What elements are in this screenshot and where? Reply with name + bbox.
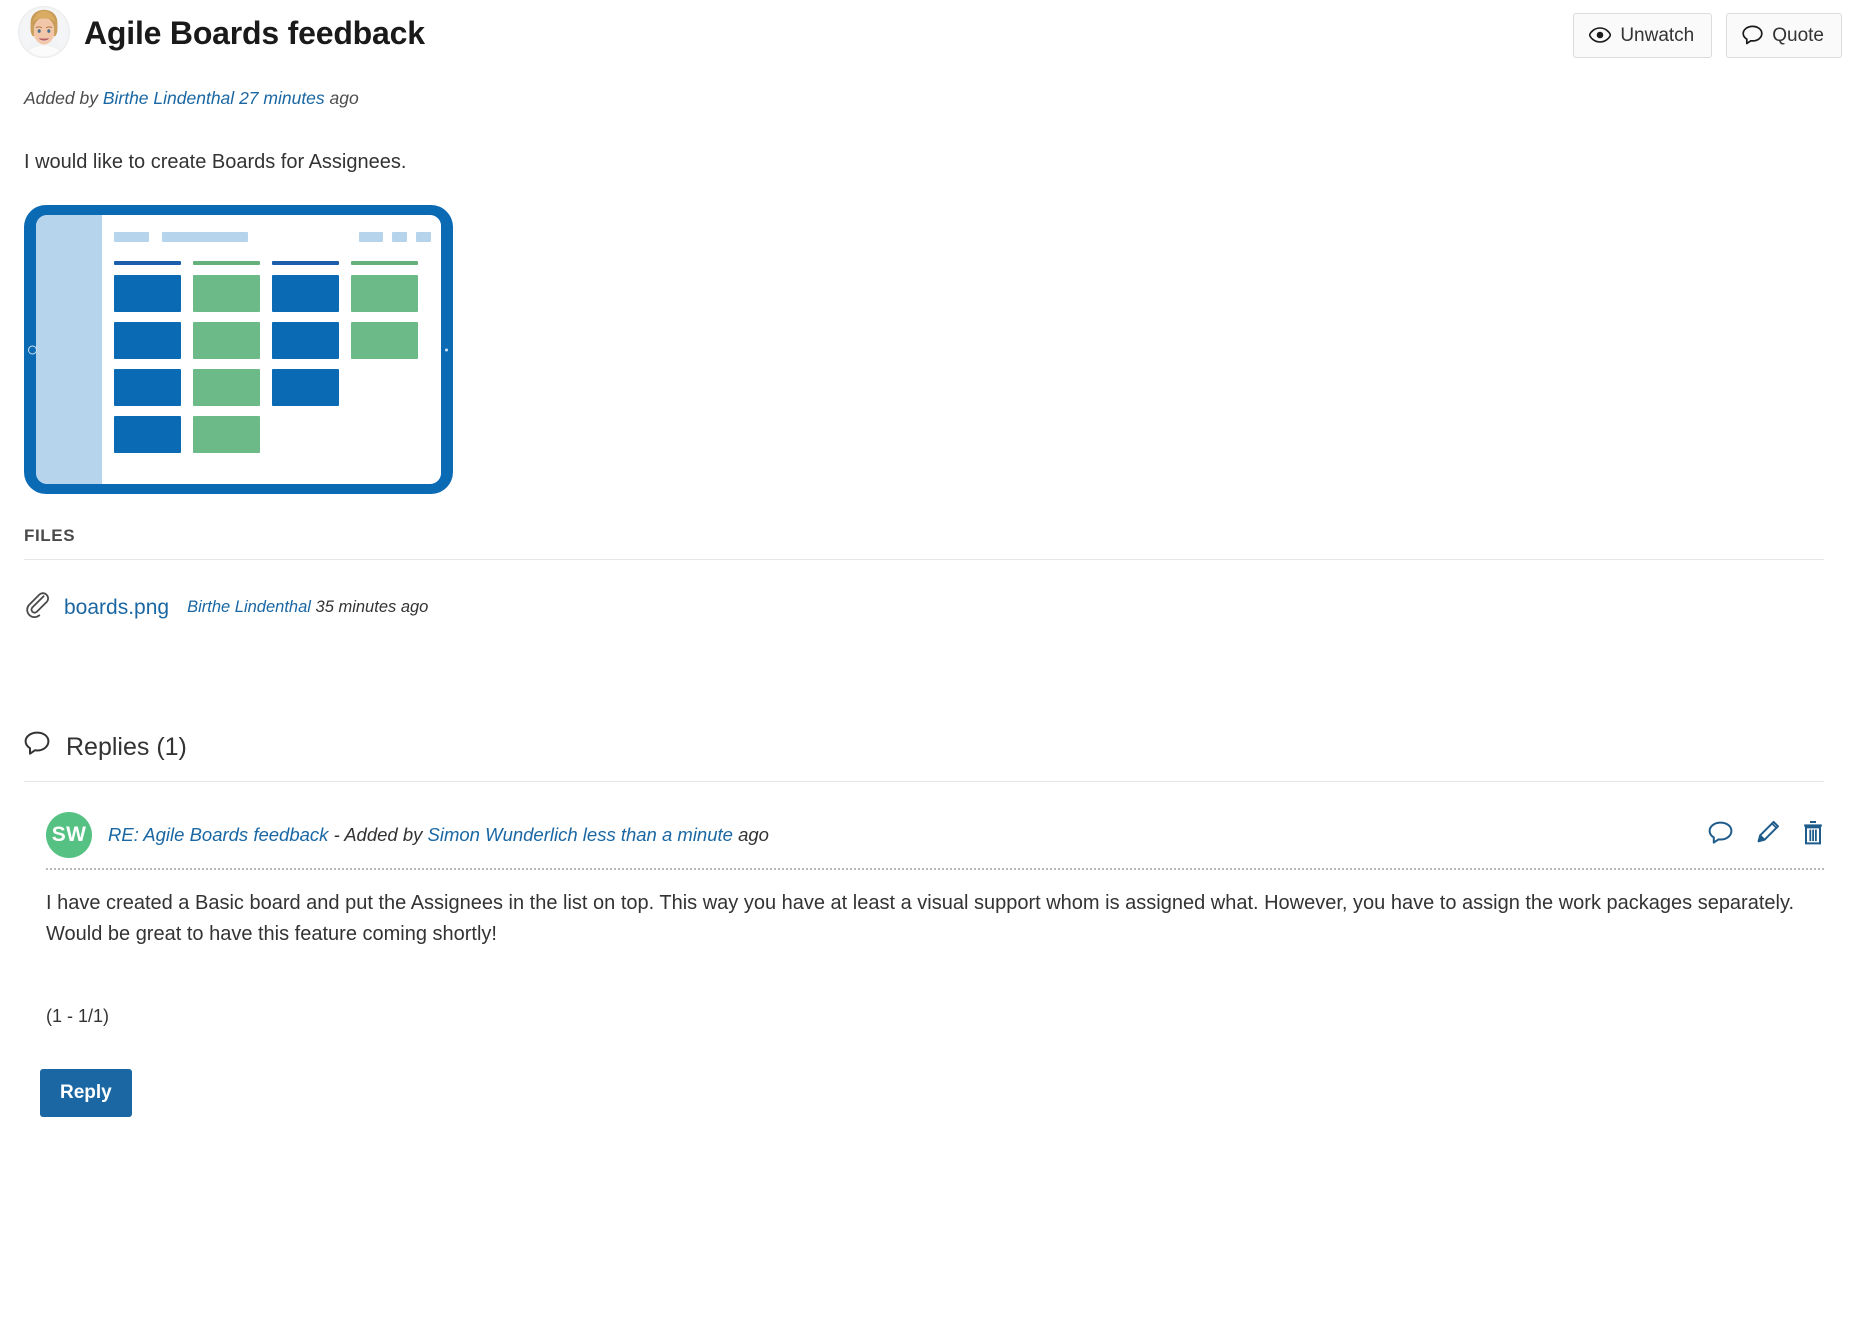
paperclip-icon (24, 592, 50, 623)
avatar (18, 6, 70, 58)
board-card (114, 369, 181, 406)
file-list-item: boards.png Birthe Lindenthal 35 minutes … (24, 592, 1842, 623)
speech-bubble-icon (1708, 821, 1733, 848)
replies-heading: Replies (1) (66, 732, 187, 761)
toolbar-chip (392, 232, 407, 242)
reply-subject-line: RE: Agile Boards feedback - Added by Sim… (108, 824, 769, 846)
pagination-info: (1 - 1/1) (46, 1006, 110, 1027)
page-title: Agile Boards feedback (84, 15, 425, 51)
board-card (272, 322, 339, 359)
trash-icon (1802, 821, 1824, 848)
tablet-home-button-icon (28, 345, 37, 354)
topic-meta: Added by Birthe Lindenthal 27 minutes ag… (24, 88, 1842, 109)
reply-edit-button[interactable] (1755, 820, 1780, 848)
board-toolbar (114, 232, 441, 242)
reply-button[interactable]: Reply (40, 1069, 132, 1118)
board-card (351, 275, 418, 312)
reply-header: SW RE: Agile Boards feedback - Added by … (46, 812, 1824, 870)
files-divider (24, 559, 1824, 560)
replies-divider (24, 781, 1824, 782)
board-card (193, 275, 260, 312)
board-columns (114, 261, 441, 463)
speech-bubble-icon (1742, 25, 1763, 45)
eye-icon (1589, 27, 1612, 43)
board-card (351, 322, 418, 359)
board-column (193, 261, 260, 463)
reply-subject-link[interactable]: RE: Agile Boards feedback (108, 824, 328, 845)
board-column (351, 261, 418, 463)
reply-body: I have created a Basic board and put the… (46, 888, 1824, 950)
topic-body: I would like to create Boards for Assign… (24, 151, 407, 173)
toolbar-chip (359, 232, 383, 242)
topic-header: Agile Boards feedback Unwatch Quote (18, 0, 1842, 60)
board-sidebar (36, 215, 102, 484)
replies-header: Replies (1) (24, 731, 1842, 763)
reply-time-suffix: ago (738, 824, 769, 845)
quote-button[interactable]: Quote (1726, 13, 1842, 58)
speech-bubble-icon (24, 731, 50, 763)
column-rule (193, 261, 260, 265)
file-meta: Birthe Lindenthal 35 minutes ago (187, 598, 428, 617)
tablet-camera-icon (445, 348, 448, 351)
board-card (193, 416, 260, 453)
header-actions: Unwatch Quote (1573, 13, 1842, 58)
board-canvas (102, 215, 441, 484)
board-card (272, 275, 339, 312)
reply-quote-button[interactable] (1708, 821, 1733, 848)
reply-delete-button[interactable] (1802, 820, 1824, 848)
tablet-illustration (24, 205, 453, 494)
file-author-link[interactable]: Birthe Lindenthal (187, 598, 311, 616)
board-card (114, 322, 181, 359)
topic-time: 27 minutes (239, 88, 325, 108)
added-by-label: Added by (24, 88, 98, 108)
toolbar-chip (114, 232, 149, 242)
column-rule (351, 261, 418, 265)
avatar: SW (46, 812, 92, 858)
reply-item: SW RE: Agile Boards feedback - Added by … (46, 812, 1824, 950)
board-card (193, 322, 260, 359)
reply-time: less than a minute (582, 824, 733, 845)
toolbar-chip (416, 232, 431, 242)
toolbar-chip (162, 232, 248, 242)
topic-author-link[interactable]: Birthe Lindenthal (103, 88, 234, 108)
column-rule (272, 261, 339, 265)
tablet-screen (36, 215, 441, 484)
column-rule (114, 261, 181, 265)
reply-author-link[interactable]: Simon Wunderlich (428, 824, 578, 845)
reply-added-by-label: Added by (344, 824, 423, 845)
forum-topic-page: Agile Boards feedback Unwatch Quote Adde… (0, 0, 1860, 1319)
board-card (193, 369, 260, 406)
attachment-preview[interactable] (24, 205, 453, 494)
unwatch-label: Unwatch (1620, 24, 1695, 46)
files-section-label: FILES (24, 526, 76, 545)
reply-actions (1708, 820, 1824, 848)
file-name-link[interactable]: boards.png (64, 596, 169, 620)
quote-label: Quote (1772, 24, 1824, 46)
board-column (114, 261, 181, 463)
file-time: 35 minutes ago (315, 598, 429, 616)
reply-paragraph: Would be great to have this feature comi… (46, 923, 497, 946)
reply-separator: - (333, 824, 340, 845)
pencil-icon (1755, 820, 1780, 848)
board-column (272, 261, 339, 463)
board-card (114, 416, 181, 453)
reply-paragraph: I have created a Basic board and put the… (46, 892, 1795, 914)
topic-time-suffix: ago (329, 88, 359, 108)
unwatch-button[interactable]: Unwatch (1573, 13, 1713, 58)
board-card (114, 275, 181, 312)
board-card (272, 369, 339, 406)
